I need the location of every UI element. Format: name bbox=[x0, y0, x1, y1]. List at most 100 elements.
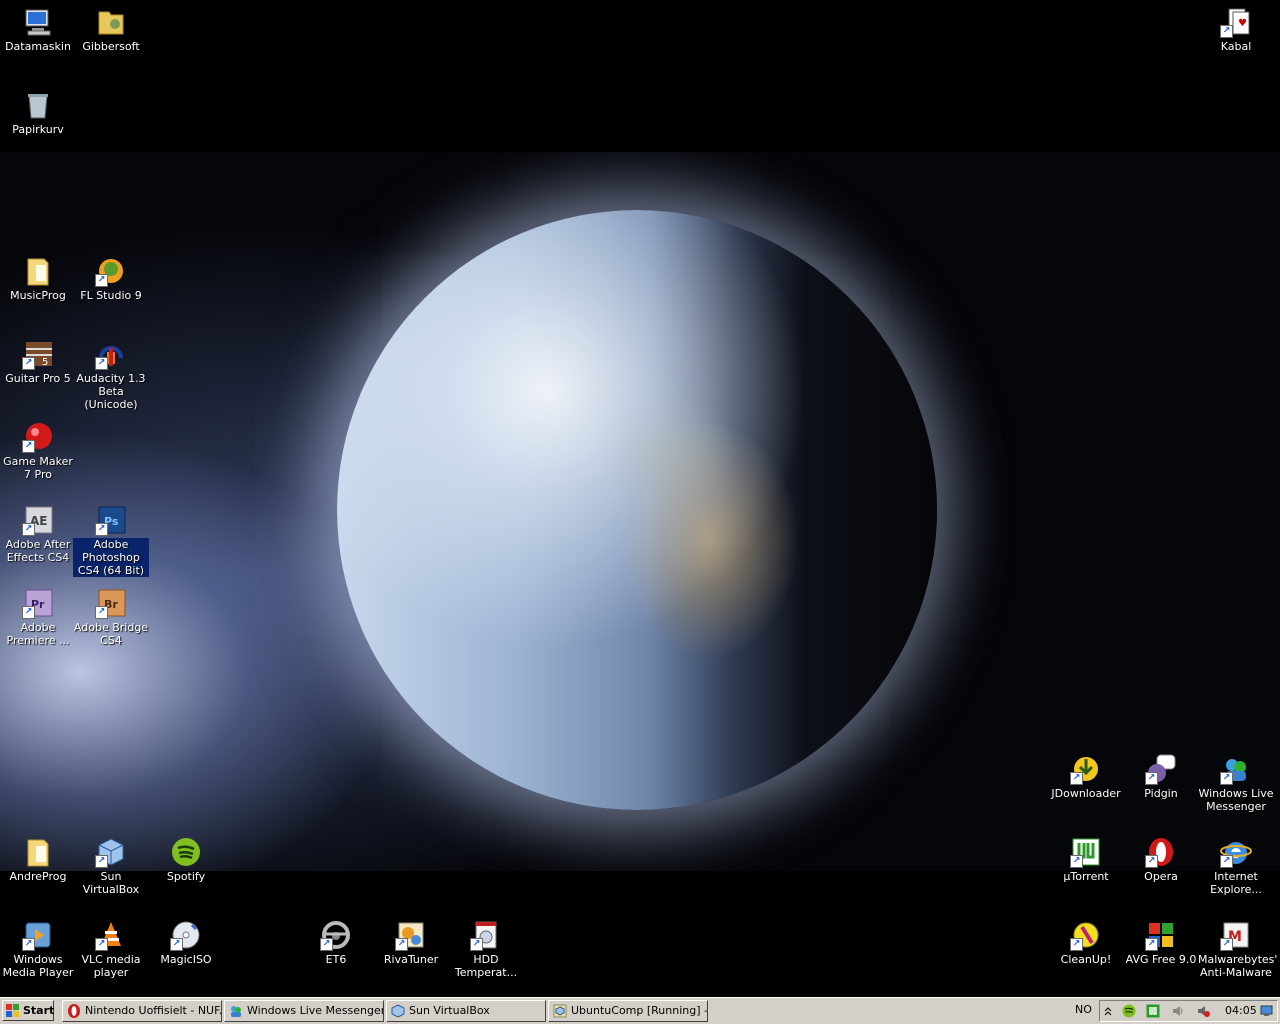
desktop: Datamaskin Gibbersoft ♥ ↗ Kabal Papirkur… bbox=[0, 0, 1280, 997]
system-tray: 04:05 bbox=[1099, 1000, 1278, 1022]
desktop-icon-gibbersoft[interactable]: Gibbersoft bbox=[73, 6, 149, 53]
desktop-icon-hdd-temp[interactable]: ↗ HDD Temperat... bbox=[448, 919, 524, 979]
desktop-icon-opera[interactable]: ↗ Opera bbox=[1123, 836, 1199, 883]
computer-icon bbox=[22, 6, 54, 38]
desktop-icon-wmp[interactable]: ↗ Windows Media Player bbox=[0, 919, 76, 979]
shortcut-arrow-icon: ↗ bbox=[95, 938, 108, 951]
premiere-icon: Pr ↗ bbox=[22, 587, 54, 619]
desktop-icon-andreprog[interactable]: AndreProg bbox=[0, 836, 76, 883]
utorrent-icon[interactable] bbox=[1146, 1004, 1160, 1018]
desktop-icon-papirkurv[interactable]: Papirkurv bbox=[0, 89, 76, 136]
svg-text:♥: ♥ bbox=[1238, 18, 1247, 29]
desktop-icon-internet-explorer[interactable]: ↗ Internet Explore... bbox=[1198, 836, 1274, 896]
pidgin-icon: ↗ bbox=[1145, 753, 1177, 785]
photoshop-icon: Ps ↗ bbox=[95, 504, 127, 536]
shortcut-arrow-icon: ↗ bbox=[95, 523, 108, 536]
shortcut-arrow-icon: ↗ bbox=[95, 606, 108, 619]
desktop-icon-musicprog[interactable]: MusicProg bbox=[0, 255, 76, 302]
task-label: Sun VirtualBox bbox=[409, 1004, 490, 1017]
desktop-icon-guitar-pro[interactable]: 5 ↗ Guitar Pro 5 bbox=[0, 338, 76, 385]
volume-muted-icon[interactable] bbox=[1196, 1004, 1210, 1018]
start-button[interactable]: Start bbox=[2, 1000, 54, 1021]
cards-icon: ♥ ↗ bbox=[1220, 6, 1252, 38]
desktop-icon-premiere[interactable]: Pr ↗ Adobe Premiere ... bbox=[0, 587, 76, 647]
malwarebytes-icon: M ↗ bbox=[1220, 919, 1252, 951]
desktop-icon-jdownloader[interactable]: ↗ JDownloader bbox=[1048, 753, 1124, 800]
svg-text:5: 5 bbox=[42, 357, 48, 368]
cleanup-icon: ↗ bbox=[1070, 919, 1102, 951]
taskbar-item-virtualbox[interactable]: Sun VirtualBox bbox=[386, 1000, 546, 1022]
desktop-icon-avg[interactable]: ↗ AVG Free 9.0 bbox=[1123, 919, 1199, 966]
guitar-pro-icon: 5 ↗ bbox=[22, 338, 54, 370]
network-icon[interactable] bbox=[1260, 1004, 1274, 1018]
shortcut-arrow-icon: ↗ bbox=[95, 274, 108, 287]
start-label: Start bbox=[23, 1004, 55, 1017]
shortcut-arrow-icon: ↗ bbox=[320, 938, 333, 951]
shortcut-arrow-icon: ↗ bbox=[22, 523, 35, 536]
folder-icon bbox=[22, 255, 54, 287]
shortcut-arrow-icon: ↗ bbox=[22, 357, 35, 370]
desktop-icon-fl-studio[interactable]: ↗ FL Studio 9 bbox=[73, 255, 149, 302]
desktop-icon-game-maker[interactable]: ↗ Game Maker 7 Pro bbox=[0, 421, 76, 481]
avg-icon: ↗ bbox=[1145, 919, 1177, 951]
shortcut-arrow-icon: ↗ bbox=[95, 357, 108, 370]
desktop-icon-vlc[interactable]: ↗ VLC media player bbox=[73, 919, 149, 979]
spotify-icon bbox=[170, 836, 202, 868]
steering-wheel-icon: ↗ bbox=[320, 919, 352, 951]
desktop-icon-virtualbox[interactable]: ↗ Sun VirtualBox bbox=[73, 836, 149, 896]
desktop-icon-datamaskin[interactable]: Datamaskin bbox=[0, 6, 76, 53]
desktop-icon-photoshop[interactable]: Ps ↗ Adobe Photoshop CS4 (64 Bit) bbox=[73, 504, 149, 577]
clock[interactable]: 04:05 bbox=[1225, 1004, 1257, 1017]
desktop-icon-bridge[interactable]: Br ↗ Adobe Bridge CS4 bbox=[73, 587, 149, 647]
virtualbox-icon bbox=[553, 1004, 567, 1018]
desktop-icon-spotify[interactable]: Spotify bbox=[148, 836, 224, 883]
desktop-icon-malwarebytes[interactable]: M ↗ Malwarebytes' Anti-Malware bbox=[1198, 919, 1277, 979]
language-indicator[interactable]: NO bbox=[1075, 1003, 1092, 1016]
desktop-icon-cleanup[interactable]: ↗ CleanUp! bbox=[1048, 919, 1124, 966]
desktop-icon-et6[interactable]: ↗ ET6 bbox=[298, 919, 374, 966]
magiciso-icon: ↗ bbox=[170, 919, 202, 951]
desktop-icon-after-effects[interactable]: AE ↗ Adobe After Effects CS4 bbox=[0, 504, 76, 564]
task-label: UbuntuComp [Running] -... bbox=[571, 1004, 708, 1017]
desktop-icon-utorrent[interactable]: ↗ µTorrent bbox=[1048, 836, 1124, 883]
desktop-icon-kabal[interactable]: ♥ ↗ Kabal bbox=[1198, 6, 1274, 53]
shortcut-arrow-icon: ↗ bbox=[22, 440, 35, 453]
shortcut-arrow-icon: ↗ bbox=[1220, 855, 1233, 868]
desktop-icon-wl-messenger[interactable]: ↗ Windows Live Messenger bbox=[1198, 753, 1274, 813]
folder-icon bbox=[22, 836, 54, 868]
shortcut-arrow-icon: ↗ bbox=[1070, 855, 1083, 868]
game-maker-icon: ↗ bbox=[22, 421, 54, 453]
taskbar-item-ubuntucomp[interactable]: UbuntuComp [Running] -... bbox=[548, 1000, 708, 1022]
taskbar-item-messenger[interactable]: Windows Live Messenger bbox=[224, 1000, 384, 1022]
desktop-icon-rivatuner[interactable]: ↗ RivaTuner bbox=[373, 919, 449, 966]
rivatuner-icon: ↗ bbox=[395, 919, 427, 951]
task-label: Nintendo Uoffisielt - NUF... bbox=[85, 1004, 222, 1017]
opera-icon bbox=[67, 1004, 81, 1018]
shortcut-arrow-icon: ↗ bbox=[1070, 772, 1083, 785]
virtualbox-icon bbox=[391, 1004, 405, 1018]
chevron-up-icon[interactable] bbox=[1103, 1004, 1117, 1018]
shortcut-arrow-icon: ↗ bbox=[1070, 938, 1083, 951]
recycle-bin-icon bbox=[22, 89, 54, 121]
desktop-icon-magiciso[interactable]: ↗ MagicISO bbox=[148, 919, 224, 966]
desktop-icon-pidgin[interactable]: ↗ Pidgin bbox=[1123, 753, 1199, 800]
network-volume-icon[interactable] bbox=[1171, 1004, 1185, 1018]
shortcut-arrow-icon: ↗ bbox=[470, 938, 483, 951]
taskbar: Start Nintendo Uoffisielt - NUF... Windo… bbox=[0, 997, 1280, 1024]
fl-studio-icon: ↗ bbox=[95, 255, 127, 287]
earth-image bbox=[337, 210, 937, 810]
shortcut-arrow-icon: ↗ bbox=[170, 938, 183, 951]
bridge-icon: Br ↗ bbox=[95, 587, 127, 619]
desktop-icon-audacity[interactable]: ↗ Audacity 1.3 Beta (Unicode) bbox=[73, 338, 149, 411]
folder-icon bbox=[95, 6, 127, 38]
shortcut-arrow-icon: ↗ bbox=[1220, 938, 1233, 951]
shortcut-arrow-icon: ↗ bbox=[1220, 25, 1233, 38]
taskbar-item-opera[interactable]: Nintendo Uoffisielt - NUF... bbox=[62, 1000, 222, 1022]
ie-icon: ↗ bbox=[1220, 836, 1252, 868]
jdownloader-icon: ↗ bbox=[1070, 753, 1102, 785]
shortcut-arrow-icon: ↗ bbox=[1145, 938, 1158, 951]
opera-icon: ↗ bbox=[1145, 836, 1177, 868]
spotify-icon[interactable] bbox=[1122, 1004, 1136, 1018]
messenger-icon bbox=[229, 1004, 243, 1018]
shortcut-arrow-icon: ↗ bbox=[22, 606, 35, 619]
